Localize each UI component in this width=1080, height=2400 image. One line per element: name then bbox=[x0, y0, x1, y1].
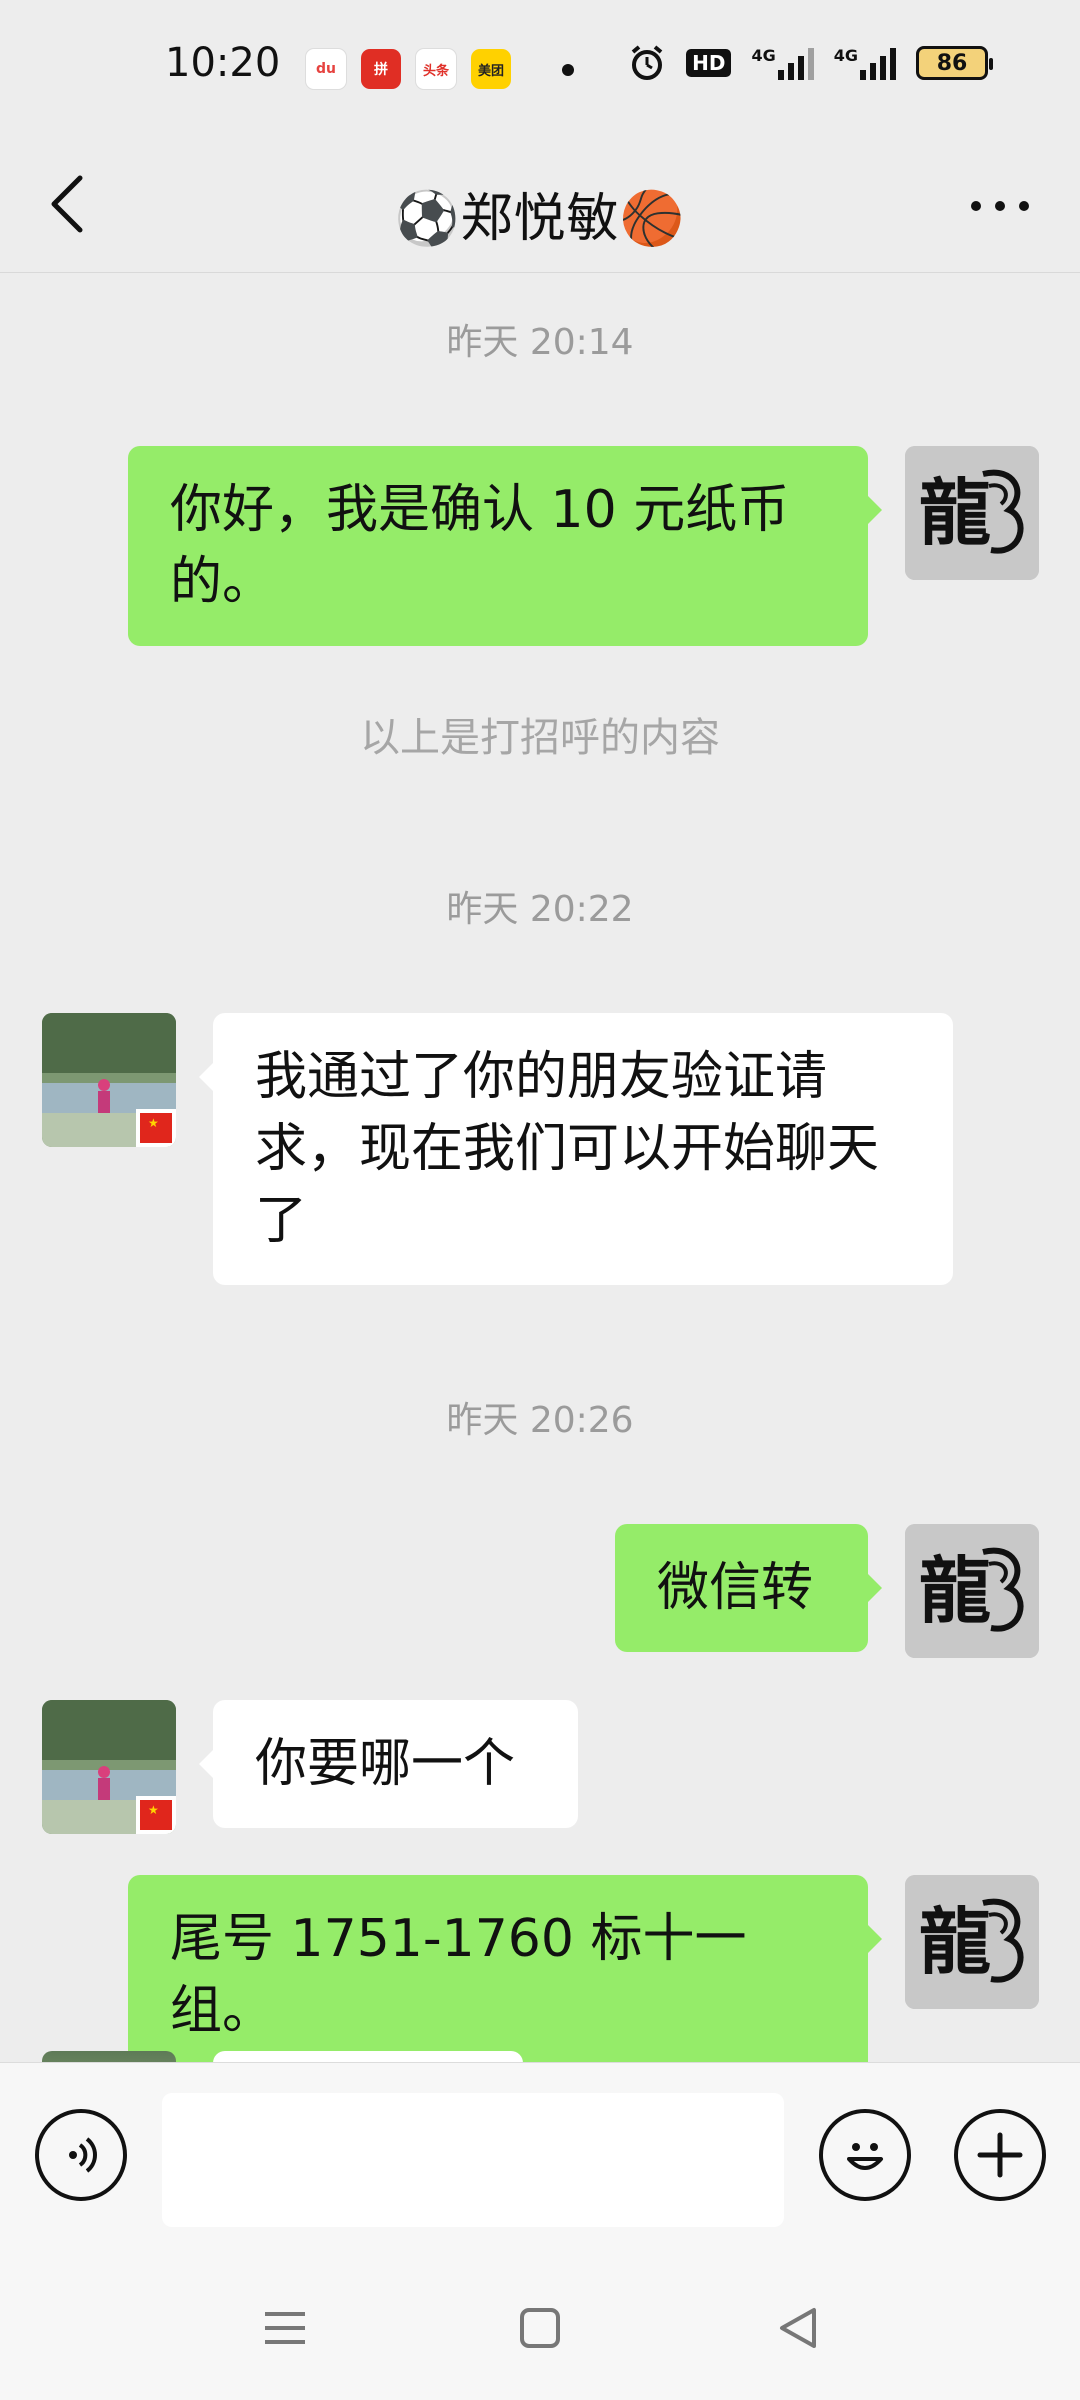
svg-text:龍: 龍 bbox=[919, 1899, 991, 1984]
emoji-button[interactable] bbox=[819, 2109, 911, 2201]
home-square-icon[interactable] bbox=[510, 2298, 570, 2358]
notification-dot-icon bbox=[562, 64, 574, 76]
alarm-icon bbox=[631, 45, 663, 80]
message-bubble-sent[interactable]: 微信转 bbox=[615, 1524, 882, 1652]
contact-avatar[interactable]: ★ bbox=[42, 1700, 176, 1834]
message-input[interactable] bbox=[162, 2093, 784, 2227]
more-functions-button[interactable] bbox=[954, 2109, 1046, 2201]
hd-voice-icon: HD bbox=[686, 49, 732, 77]
battery-level: 86 bbox=[936, 50, 968, 76]
back-triangle-icon[interactable] bbox=[770, 2298, 830, 2358]
contact-photo-icon: ★ bbox=[42, 1013, 176, 1147]
status-time: 10:20 bbox=[165, 40, 281, 86]
chat-header: ⚽郑悦敏🏀 bbox=[0, 140, 1080, 273]
contact-avatar[interactable]: ★ bbox=[42, 1013, 176, 1147]
meituan-app-icon: 美团 bbox=[471, 49, 511, 89]
toutiao-app-icon: 头条 bbox=[415, 48, 457, 90]
contact-photo-icon: ★ bbox=[42, 1700, 176, 1834]
svg-text:★: ★ bbox=[148, 1116, 159, 1130]
system-navigation-bar bbox=[0, 2250, 1080, 2400]
status-bar: 10:20 du 拼 头条 美团 HD 4G 4G 86 bbox=[0, 0, 1080, 140]
message-bubble-received[interactable]: 你要哪一个 bbox=[199, 1700, 578, 1828]
self-avatar[interactable]: 龍 bbox=[905, 446, 1039, 580]
message-bubble-received[interactable]: 我通过了你的朋友验证请求，现在我们可以开始聊天了 bbox=[199, 1013, 953, 1285]
map-app-icon: du bbox=[305, 48, 347, 90]
system-notice: 以上是打招呼的内容 bbox=[360, 715, 720, 761]
system-icons: HD 4G 4G 86 bbox=[628, 44, 993, 82]
timestamp: 昨天 20:22 bbox=[446, 889, 634, 930]
dragon-avatar-icon: 龍 bbox=[905, 1524, 1039, 1658]
timestamp: 昨天 20:14 bbox=[446, 322, 634, 363]
message-bubble-sent[interactable]: 尾号 1751-1760 标十一组。 bbox=[128, 1875, 882, 2063]
notification-icons: du 拼 头条 美团 bbox=[305, 48, 511, 90]
pinduoduo-app-icon: 拼 bbox=[361, 49, 401, 89]
svg-text:★: ★ bbox=[148, 1803, 159, 1817]
self-avatar[interactable]: 龍 bbox=[905, 1875, 1039, 2009]
more-options-icon[interactable] bbox=[960, 178, 1040, 234]
message-list[interactable]: 昨天 20:14 你好，我是确认 10 元纸币的。 龍 以上是打招呼的内容 昨天… bbox=[0, 273, 1080, 2063]
svg-text:龍: 龍 bbox=[919, 1548, 991, 1633]
message-bubble-sent[interactable]: 你好，我是确认 10 元纸币的。 bbox=[128, 446, 882, 646]
dragon-avatar-icon: 龍 bbox=[905, 1875, 1039, 2009]
signal-1-icon: 4G bbox=[751, 46, 814, 80]
battery-icon: 86 bbox=[916, 46, 993, 80]
timestamp: 昨天 20:26 bbox=[446, 1400, 634, 1441]
svg-text:龍: 龍 bbox=[919, 470, 991, 555]
plus-icon bbox=[977, 2132, 1023, 2178]
voice-icon bbox=[69, 2137, 97, 2173]
chat-title: ⚽郑悦敏🏀 bbox=[394, 189, 686, 249]
self-avatar[interactable]: 龍 bbox=[905, 1524, 1039, 1658]
voice-input-button[interactable] bbox=[35, 2109, 127, 2201]
dragon-avatar-icon: 龍 bbox=[905, 446, 1039, 580]
signal-2-icon: 4G bbox=[834, 46, 896, 80]
smiley-icon bbox=[847, 2143, 883, 2170]
menu-icon[interactable] bbox=[255, 2298, 315, 2358]
